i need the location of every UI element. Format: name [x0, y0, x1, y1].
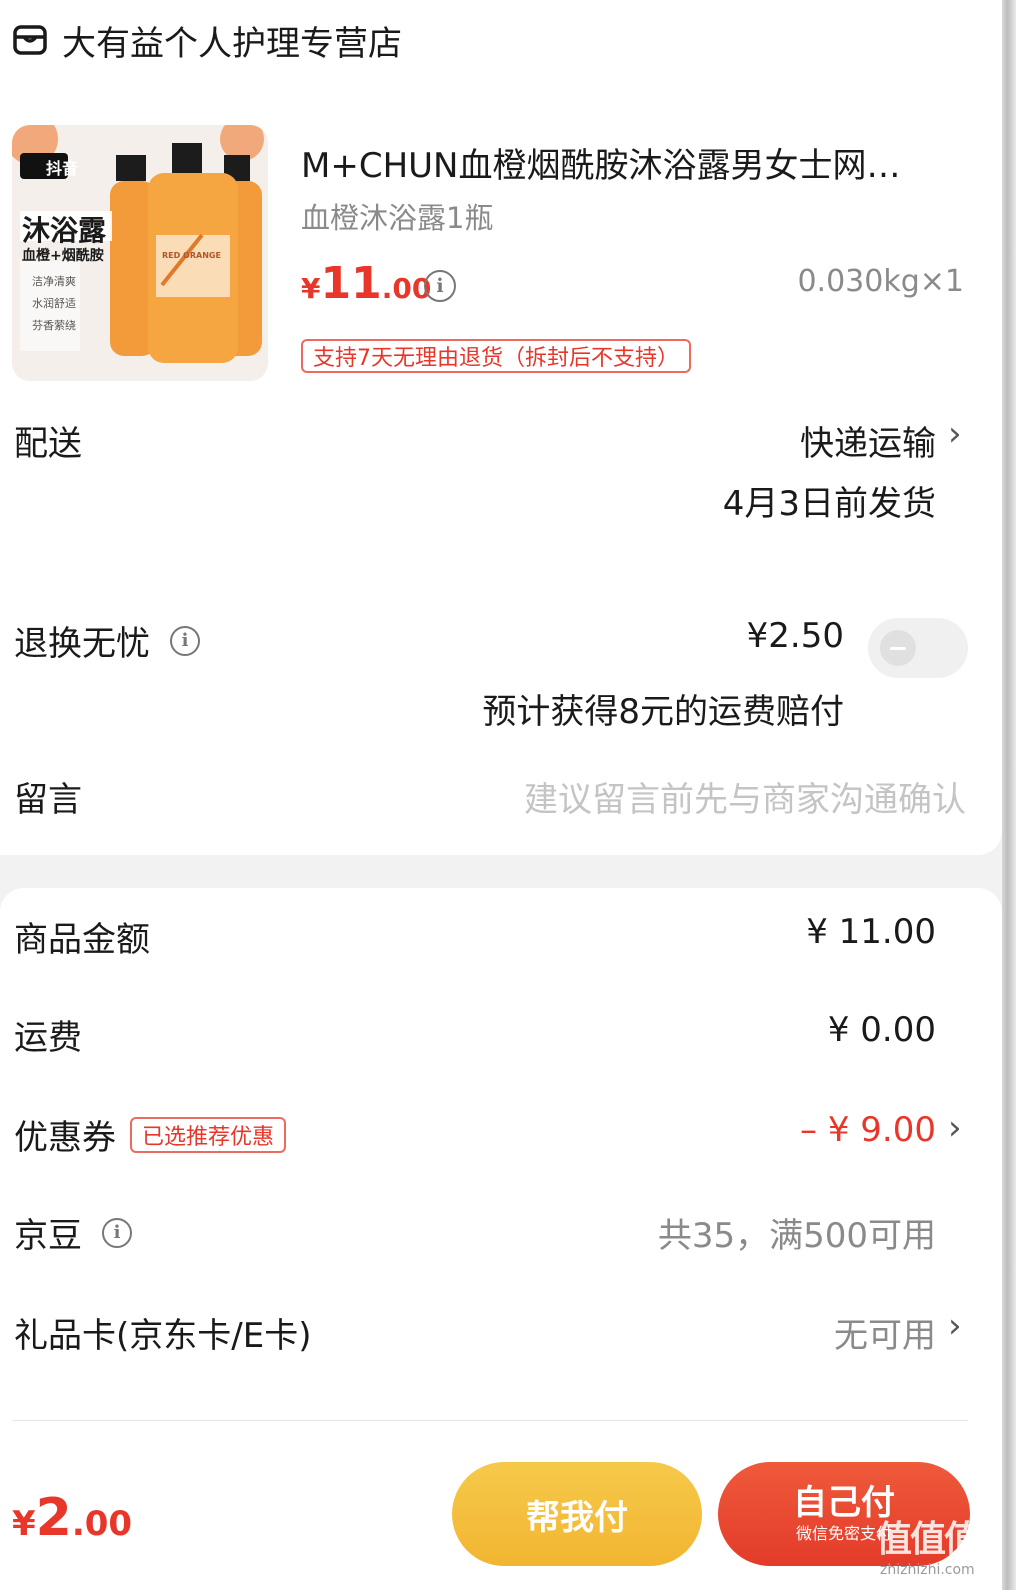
goods-amount-value: ¥ 11.00: [806, 912, 936, 952]
chevron-right-icon[interactable]: ›: [948, 1306, 962, 1346]
watermark: 值值值: [876, 1519, 980, 1560]
coupon-value[interactable]: – ¥ 9.00: [800, 1110, 936, 1150]
delivery-label: 配送: [14, 424, 82, 464]
store-icon: [13, 25, 47, 55]
store-header[interactable]: 大有益个人护理专营店: [12, 18, 402, 64]
jingdou-value: 共35，满500可用: [657, 1216, 936, 1256]
store-name: 大有益个人护理专营店: [62, 23, 402, 64]
gift-card-label: 礼品卡(京东卡/E卡): [14, 1316, 312, 1356]
goods-amount-label: 商品金额: [14, 920, 150, 960]
info-icon[interactable]: i: [170, 625, 200, 656]
douyin-badge: 抖音: [46, 159, 79, 178]
product-weight: 0.030kg×1: [797, 264, 964, 299]
bottle-label: RED ORANGE: [162, 251, 221, 260]
worry-free-price: ¥2.50: [746, 616, 844, 656]
gift-card-value[interactable]: 无可用: [834, 1308, 936, 1357]
divider: [12, 1420, 968, 1421]
chevron-right-icon[interactable]: ›: [948, 414, 962, 454]
shipping-label: 运费: [14, 1018, 82, 1058]
return-policy-tag: 支持7天无理由退货（拆封后不支持）: [301, 339, 691, 373]
jingdou-row: 京豆 i: [14, 1208, 132, 1257]
image-subtitle: 血橙+烟酰胺: [22, 248, 104, 264]
jingdou-label: 京豆: [14, 1216, 82, 1256]
edge-strip: [1002, 0, 1016, 1590]
product-title[interactable]: M+CHUN血橙烟酰胺沐浴露男女士网…: [301, 138, 951, 187]
total-price: ¥2.00: [12, 1488, 133, 1548]
worry-free-label: 退换无忧: [14, 624, 150, 664]
delivery-method[interactable]: 快递运输: [800, 416, 936, 465]
summary-card: [0, 888, 1002, 1448]
worry-free-note: 预计获得8元的运费赔付: [482, 692, 844, 732]
help-pay-button[interactable]: 帮我付: [452, 1462, 702, 1566]
image-title: 沐浴露: [22, 214, 107, 247]
coupon-tag: 已选推荐优惠: [130, 1116, 287, 1153]
worry-free-row: 退换无忧 i: [14, 616, 200, 665]
worry-free-toggle[interactable]: [868, 618, 968, 678]
price-info-icon[interactable]: i: [424, 270, 456, 302]
image-feature: 水润舒适: [32, 297, 76, 310]
watermark-url: zhizhizhi.com: [880, 1562, 975, 1578]
message-label: 留言: [14, 780, 82, 820]
chevron-right-icon[interactable]: ›: [948, 1108, 962, 1148]
product-image[interactable]: 抖音 沐浴露 血橙+烟酰胺 洁净清爽 水润舒适 芬香萦绕 RED ORANGE: [12, 125, 268, 381]
product-spec: 血橙沐浴露1瓶: [301, 201, 494, 235]
toggle-knob: [880, 630, 916, 666]
image-feature: 洁净清爽: [32, 275, 76, 288]
shipping-value: ¥ 0.00: [827, 1010, 936, 1050]
info-icon[interactable]: i: [102, 1217, 132, 1248]
product-price: ¥11.00: [301, 258, 432, 309]
coupon-label: 优惠券: [14, 1118, 116, 1158]
image-feature: 芬香萦绕: [32, 319, 76, 332]
coupon-row: 优惠券 已选推荐优惠: [14, 1110, 287, 1159]
delivery-date: 4月3日前发货: [722, 484, 936, 524]
message-input[interactable]: 建议留言前先与商家沟通确认: [524, 772, 966, 821]
